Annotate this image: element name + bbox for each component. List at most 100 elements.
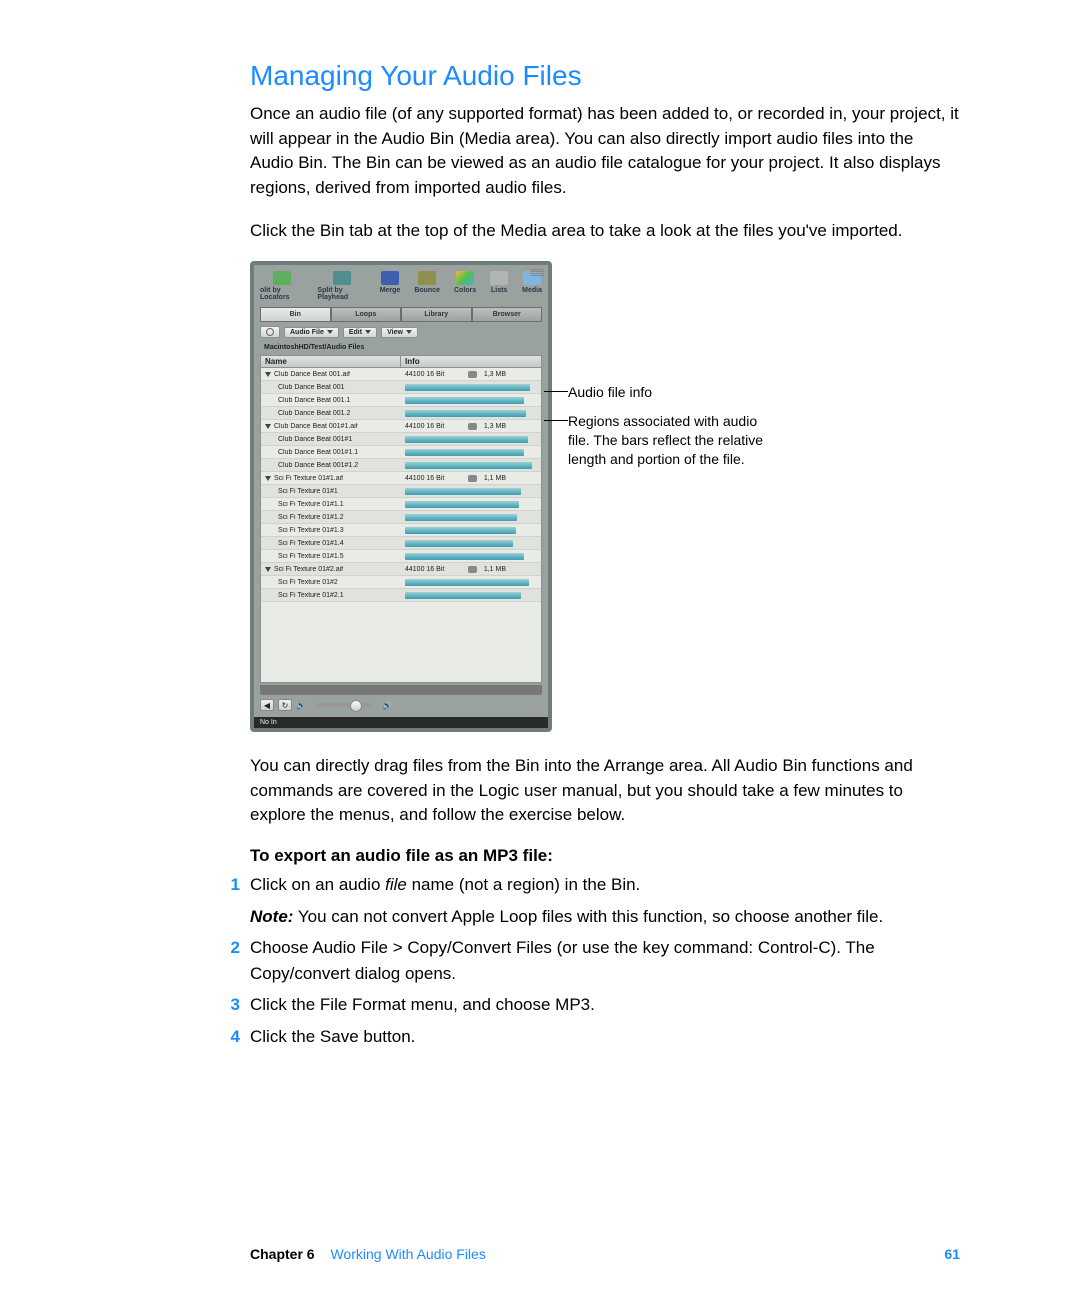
col-name[interactable]: Name: [261, 356, 401, 367]
colors-icon: [456, 271, 474, 285]
table-row[interactable]: Club Dance Beat 001#1.aif44100 16 Bit1,3…: [261, 420, 541, 433]
tool-bounce[interactable]: Bounce: [414, 271, 440, 294]
file-size: 1,3 MB: [480, 423, 506, 430]
step-2: 2 Choose Audio File > Copy/Convert Files…: [250, 935, 960, 986]
loop-button[interactable]: ↻: [278, 699, 292, 711]
note-body: You can not convert Apple Loop files wit…: [293, 907, 883, 926]
table-row[interactable]: Sci Fi Texture 01#2.1: [261, 589, 541, 602]
volume-low-icon: 🔈: [296, 701, 306, 710]
disclosure-triangle-icon[interactable]: [265, 424, 271, 429]
tab-library[interactable]: Library: [401, 307, 472, 322]
callouts: Audio file info Regions associated with …: [568, 261, 768, 732]
stereo-icon: [468, 423, 477, 430]
step-body: Click the Save button.: [250, 1024, 415, 1050]
step-number: 2: [226, 935, 240, 986]
table-row[interactable]: Sci Fi Texture 01#1.1: [261, 498, 541, 511]
step-1: 1 Click on an audio file name (not a reg…: [250, 872, 960, 929]
menu-edit[interactable]: Edit: [343, 327, 377, 338]
play-button[interactable]: ◀: [260, 699, 274, 711]
scissors-icon: [273, 271, 291, 285]
file-name: Sci Fi Texture 01#1.1: [278, 501, 344, 508]
merge-icon: [381, 271, 399, 285]
menu-audio-file[interactable]: Audio File: [284, 327, 339, 338]
table-row[interactable]: Sci Fi Texture 01#1.3: [261, 524, 541, 537]
disclosure-triangle-icon[interactable]: [265, 567, 271, 572]
page: Managing Your Audio Files Once an audio …: [0, 0, 1080, 1296]
table-row[interactable]: Sci Fi Texture 01#1.4: [261, 537, 541, 550]
table-row[interactable]: Sci Fi Texture 01#1.5: [261, 550, 541, 563]
file-name: Sci Fi Texture 01#1.4: [278, 540, 344, 547]
table-row[interactable]: Club Dance Beat 001#1.2: [261, 459, 541, 472]
tool-lists[interactable]: Lists: [490, 271, 508, 294]
callout-text: Audio file info: [568, 384, 652, 400]
table-row[interactable]: Club Dance Beat 001: [261, 381, 541, 394]
tab-bin[interactable]: Bin: [260, 307, 331, 322]
table-row[interactable]: Sci Fi Texture 01#1.aif44100 16 Bit1,1 M…: [261, 472, 541, 485]
table-header: Name Info: [260, 355, 542, 368]
region-bar: [405, 592, 521, 599]
tool-label: Bounce: [414, 287, 440, 294]
tool-label: Merge: [380, 287, 401, 294]
callout-regions: Regions associated with audio file. The …: [568, 412, 768, 469]
disclosure-triangle-icon[interactable]: [265, 476, 271, 481]
steps-list: 1 Click on an audio file name (not a reg…: [250, 872, 960, 1049]
link-button[interactable]: [260, 326, 280, 338]
menu-view[interactable]: View: [381, 327, 418, 338]
table-row[interactable]: Sci Fi Texture 01#2.aif44100 16 Bit1,1 M…: [261, 563, 541, 576]
table-row[interactable]: Sci Fi Texture 01#1: [261, 485, 541, 498]
file-name: Club Dance Beat 001: [278, 384, 345, 391]
file-rows: Club Dance Beat 001.aif44100 16 Bit1,3 M…: [260, 368, 542, 683]
leader-line-icon: [544, 391, 568, 392]
toolbar: olit by Locators Split by Playhead Merge…: [254, 265, 548, 303]
region-bar: [405, 579, 529, 586]
tool-merge[interactable]: Merge: [380, 271, 401, 294]
step-4: 4 Click the Save button.: [250, 1024, 960, 1050]
file-name: Sci Fi Texture 01#2.1: [278, 592, 344, 599]
table-row[interactable]: Club Dance Beat 001#1.1: [261, 446, 541, 459]
tool-split-playhead[interactable]: Split by Playhead: [317, 271, 365, 301]
region-bar: [405, 449, 524, 456]
step-text-italic: file: [385, 875, 407, 894]
loop-icon: ↻: [282, 701, 289, 710]
table-row[interactable]: Sci Fi Texture 01#1.2: [261, 511, 541, 524]
tool-label: Colors: [454, 287, 476, 294]
region-bar: [405, 540, 513, 547]
tab-browser[interactable]: Browser: [472, 307, 543, 322]
volume-slider[interactable]: [314, 703, 374, 707]
file-name: Sci Fi Texture 01#1: [278, 488, 338, 495]
table-row[interactable]: Club Dance Beat 001.2: [261, 407, 541, 420]
table-row[interactable]: Club Dance Beat 001.1: [261, 394, 541, 407]
region-bar: [405, 527, 516, 534]
file-size: 1,3 MB: [480, 371, 506, 378]
col-info[interactable]: Info: [401, 356, 541, 367]
disclosure-triangle-icon[interactable]: [265, 372, 271, 377]
file-size: 1,1 MB: [480, 566, 506, 573]
table-row[interactable]: Club Dance Beat 001.aif44100 16 Bit1,3 M…: [261, 368, 541, 381]
status-strip: [260, 685, 542, 695]
intro-paragraph-1: Once an audio file (of any supported for…: [250, 102, 960, 201]
window-grip-icon: [530, 269, 544, 277]
step-text: name (not a region) in the Bin.: [407, 875, 640, 894]
tool-split-locators[interactable]: olit by Locators: [260, 271, 303, 301]
region-bar: [405, 501, 519, 508]
bounce-icon: [418, 271, 436, 285]
region-bar: [405, 436, 528, 443]
audio-bin-screenshot: olit by Locators Split by Playhead Merge…: [250, 261, 552, 732]
tool-colors[interactable]: Colors: [454, 271, 476, 294]
step-body: Click on an audio file name (not a regio…: [250, 872, 883, 929]
table-row[interactable]: Sci Fi Texture 01#2: [261, 576, 541, 589]
page-footer: Chapter 6 Working With Audio Files 61: [250, 1246, 960, 1262]
region-bar: [405, 553, 524, 560]
step-number: 3: [226, 992, 240, 1018]
table-row[interactable]: Club Dance Beat 001#1: [261, 433, 541, 446]
file-name: Club Dance Beat 001.1: [278, 397, 350, 404]
page-title: Managing Your Audio Files: [250, 60, 960, 92]
file-name: Sci Fi Texture 01#1.aif: [274, 475, 343, 482]
scissors-icon: [333, 271, 351, 285]
menu-label: Edit: [349, 329, 362, 336]
speaker-icon: ◀: [264, 701, 270, 710]
tab-loops[interactable]: Loops: [331, 307, 402, 322]
file-name: Club Dance Beat 001#1: [278, 436, 352, 443]
file-info: 44100 16 Bit: [405, 475, 465, 482]
breadcrumb-path: MacintoshHD/Test/Audio Files: [260, 342, 542, 353]
